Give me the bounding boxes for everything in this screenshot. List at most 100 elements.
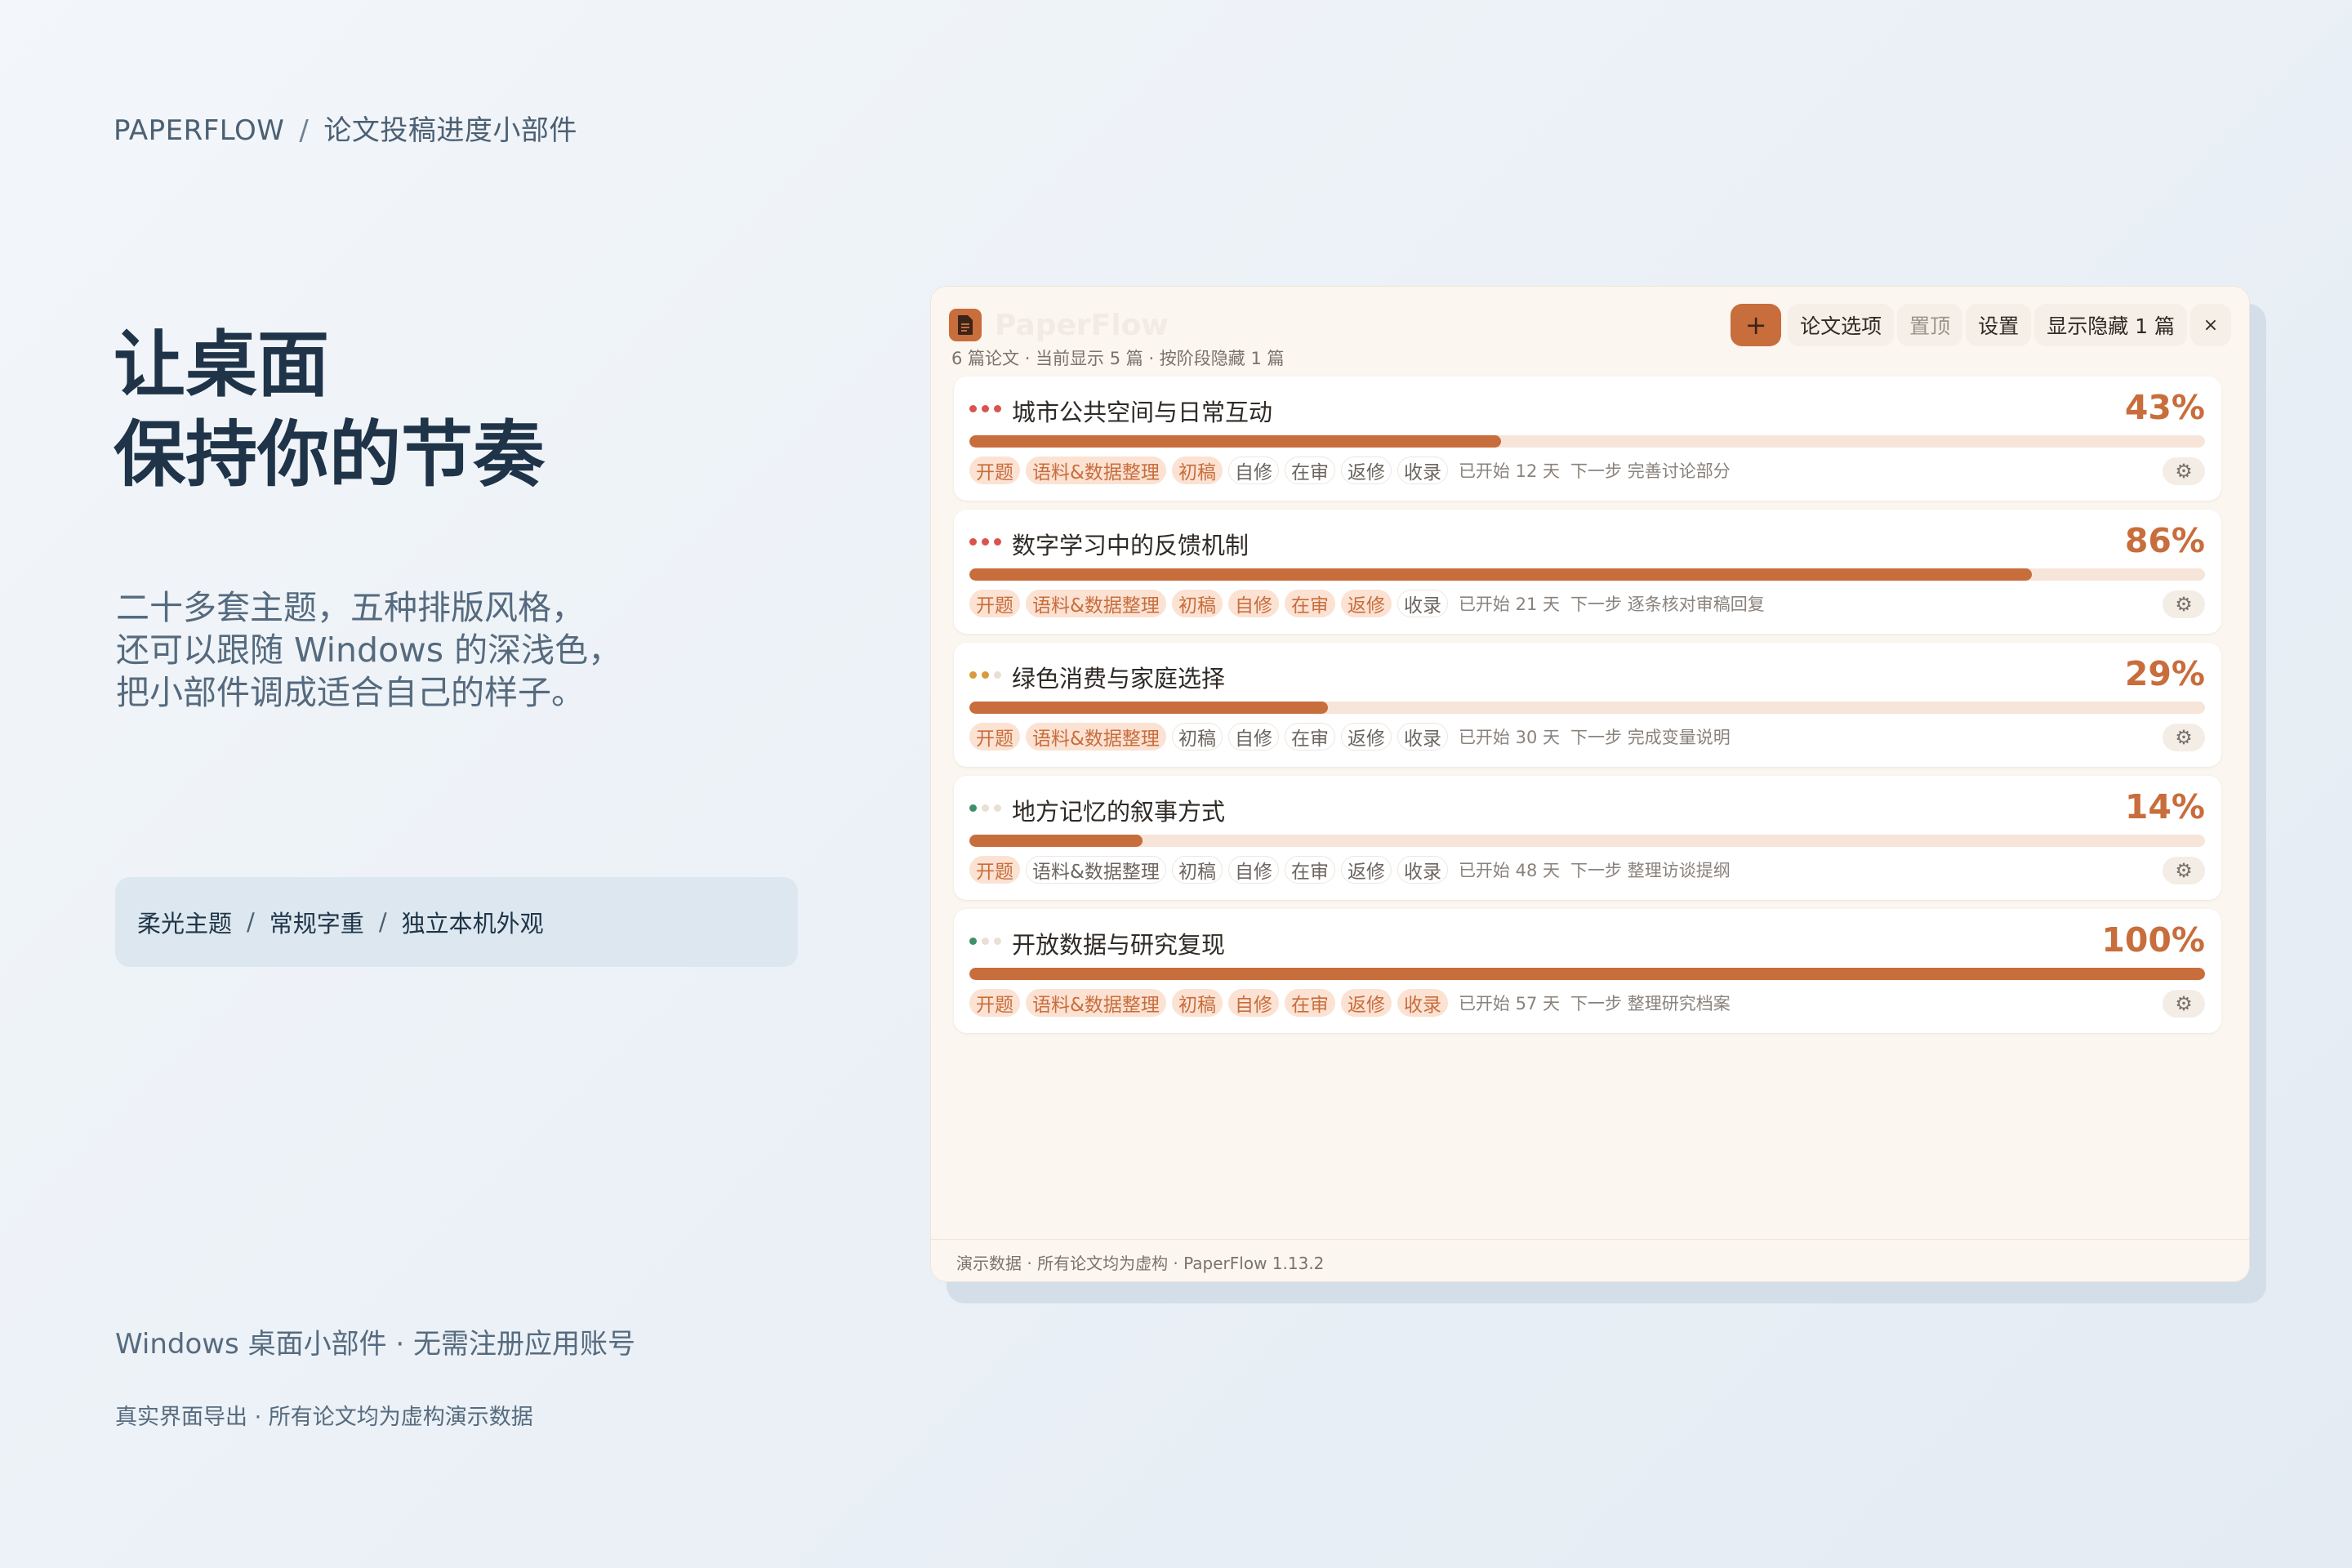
close-button[interactable]: × bbox=[2190, 304, 2231, 346]
paper-title[interactable]: 城市公共空间与日常互动 bbox=[1012, 394, 1272, 428]
progress-track bbox=[969, 435, 2205, 448]
paper-meta: 开题 语料&数据整理 初稿 自修 在审 返修 收录 已开始 57 天下一步 整理研究档案 bbox=[969, 988, 2164, 1018]
stage-chip[interactable]: 在审 bbox=[1284, 723, 1335, 751]
show-hidden-button[interactable]: 显示隐藏 1 篇 bbox=[2034, 304, 2187, 346]
stage-chip[interactable]: 收录 bbox=[1396, 856, 1448, 884]
stage-chip[interactable]: 语料&数据整理 bbox=[1026, 590, 1166, 617]
stage-chip[interactable]: 语料&数据整理 bbox=[1026, 723, 1166, 751]
priority-dot bbox=[969, 938, 977, 945]
stage-chip[interactable]: 语料&数据整理 bbox=[1026, 989, 1166, 1017]
next-step: 下一步 逐条核对审稿回复 bbox=[1570, 595, 1765, 614]
gear-icon[interactable]: ⚙ bbox=[2163, 590, 2205, 618]
settings-button[interactable]: 设置 bbox=[1966, 304, 2032, 346]
stage-chip[interactable]: 在审 bbox=[1284, 989, 1335, 1017]
stage-chip[interactable]: 返修 bbox=[1340, 989, 1392, 1017]
priority-dot bbox=[994, 538, 1001, 546]
description-line-2: 还可以跟随 Windows 的深浅色， bbox=[116, 630, 622, 670]
stage-chip[interactable]: 收录 bbox=[1396, 723, 1448, 751]
gear-icon[interactable]: ⚙ bbox=[2163, 857, 2205, 884]
progress-percent: 29% bbox=[2124, 654, 2205, 693]
stage-chip[interactable]: 在审 bbox=[1284, 590, 1335, 617]
stage-chip[interactable]: 自修 bbox=[1227, 989, 1279, 1017]
stage-chip[interactable]: 返修 bbox=[1340, 590, 1392, 617]
bottom-note: 真实界面导出 · 所有论文均为虚构演示数据 bbox=[115, 1405, 533, 1430]
started-days: 已开始 48 天 bbox=[1458, 861, 1561, 880]
progress-fill bbox=[969, 968, 2205, 980]
footer-divider bbox=[931, 1239, 2249, 1240]
stage-chip[interactable]: 开题 bbox=[969, 590, 1020, 617]
stage-chip[interactable]: 语料&数据整理 bbox=[1026, 856, 1166, 884]
stage-chip[interactable]: 开题 bbox=[969, 856, 1020, 884]
paper-card[interactable]: 开放数据与研究复现 100% 开题 语料&数据整理 初稿 自修 在审 返修 收录 已开始 57 天… bbox=[954, 909, 2221, 1033]
paper-meta: 开题 语料&数据整理 初稿 自修 在审 返修 收录 已开始 48 天下一步 整理访谈提纲 bbox=[969, 855, 2164, 884]
priority-dot bbox=[982, 804, 989, 812]
priority-dots bbox=[969, 804, 1001, 812]
paper-meta: 开题 语料&数据整理 初稿 自修 在审 返修 收录 已开始 21 天下一步 逐条核对审稿回复 bbox=[969, 589, 2164, 618]
stage-chip[interactable]: 收录 bbox=[1396, 457, 1448, 484]
stage-chip[interactable]: 自修 bbox=[1227, 723, 1279, 751]
paper-title[interactable]: 数字学习中的反馈机制 bbox=[1012, 527, 1249, 561]
paper-list: 城市公共空间与日常互动 43% 开题 语料&数据整理 初稿 自修 在审 返修 收录 已开始 12 … bbox=[954, 376, 2221, 1042]
progress-percent: 86% bbox=[2124, 521, 2205, 560]
feature-weight: 常规字重 bbox=[269, 910, 364, 938]
paper-title[interactable]: 开放数据与研究复现 bbox=[1012, 926, 1225, 960]
stage-chip[interactable]: 收录 bbox=[1396, 590, 1448, 617]
stage-chip[interactable]: 自修 bbox=[1227, 590, 1279, 617]
document-icon bbox=[949, 309, 982, 341]
priority-dots bbox=[969, 405, 1001, 412]
gear-icon[interactable]: ⚙ bbox=[2163, 990, 2205, 1018]
stage-chip[interactable]: 返修 bbox=[1340, 723, 1392, 751]
paper-card[interactable]: 绿色消费与家庭选择 29% 开题 语料&数据整理 初稿 自修 在审 返修 收录 已开始 30 天下… bbox=[954, 643, 2221, 767]
priority-dots bbox=[969, 538, 1001, 546]
progress-percent: 14% bbox=[2124, 787, 2205, 826]
feature-separator: / bbox=[378, 908, 387, 936]
stage-chip[interactable]: 初稿 bbox=[1171, 856, 1223, 884]
add-paper-button[interactable]: + bbox=[1731, 304, 1782, 346]
stage-chip[interactable]: 自修 bbox=[1227, 856, 1279, 884]
description-line-3: 把小部件调成适合自己的样子。 bbox=[116, 673, 585, 712]
paper-title[interactable]: 地方记忆的叙事方式 bbox=[1012, 793, 1225, 827]
gear-icon[interactable]: ⚙ bbox=[2163, 724, 2205, 751]
priority-dot bbox=[969, 538, 977, 546]
progress-fill bbox=[969, 568, 2033, 581]
progress-percent: 100% bbox=[2101, 920, 2205, 960]
stage-chip[interactable]: 开题 bbox=[969, 723, 1020, 751]
stage-chip[interactable]: 在审 bbox=[1284, 457, 1335, 484]
started-days: 已开始 21 天 bbox=[1458, 595, 1561, 614]
stage-chip[interactable]: 返修 bbox=[1340, 856, 1392, 884]
stage-chip[interactable]: 初稿 bbox=[1171, 457, 1223, 484]
priority-dot bbox=[982, 405, 989, 412]
stage-chip[interactable]: 初稿 bbox=[1171, 989, 1223, 1017]
progress-fill bbox=[969, 435, 1501, 448]
stage-chip[interactable]: 开题 bbox=[969, 989, 1020, 1017]
paper-options-button[interactable]: 论文选项 bbox=[1788, 304, 1895, 346]
stage-chip[interactable]: 返修 bbox=[1340, 457, 1392, 484]
next-step: 下一步 完成变量说明 bbox=[1570, 728, 1731, 747]
paper-meta: 开题 语料&数据整理 初稿 自修 在审 返修 收录 已开始 30 天下一步 完成变量说明 bbox=[969, 722, 2164, 751]
progress-fill bbox=[969, 835, 1143, 847]
paper-card[interactable]: 数字学习中的反馈机制 86% 开题 语料&数据整理 初稿 自修 在审 返修 收录 已开始 21 天… bbox=[954, 510, 2221, 634]
paper-card[interactable]: 城市公共空间与日常互动 43% 开题 语料&数据整理 初稿 自修 在审 返修 收录 已开始 12 … bbox=[954, 376, 2221, 501]
paper-card[interactable]: 地方记忆的叙事方式 14% 开题 语料&数据整理 初稿 自修 在审 返修 收录 已开始 48 天下… bbox=[954, 776, 2221, 900]
paper-title[interactable]: 绿色消费与家庭选择 bbox=[1012, 660, 1225, 694]
priority-dot bbox=[969, 804, 977, 812]
stage-chip[interactable]: 初稿 bbox=[1171, 590, 1223, 617]
headline-line-1: 让桌面 bbox=[114, 323, 330, 407]
stage-chip[interactable]: 收录 bbox=[1396, 989, 1448, 1017]
gear-icon[interactable]: ⚙ bbox=[2163, 457, 2205, 485]
priority-dot bbox=[982, 538, 989, 546]
bottom-tagline: Windows 桌面小部件 · 无需注册应用账号 bbox=[115, 1328, 636, 1361]
stage-chip[interactable]: 开题 bbox=[969, 457, 1020, 484]
description: 二十多套主题，五种排版风格， 还可以跟随 Windows 的深浅色， 把小部件调… bbox=[116, 586, 621, 714]
pin-button[interactable]: 置顶 bbox=[1897, 304, 1963, 346]
paper-meta: 开题 语料&数据整理 初稿 自修 在审 返修 收录 已开始 12 天下一步 完善讨论部分 bbox=[969, 456, 2164, 485]
stage-chip[interactable]: 初稿 bbox=[1171, 723, 1223, 751]
stage-chip[interactable]: 语料&数据整理 bbox=[1026, 457, 1166, 484]
next-step: 下一步 整理研究档案 bbox=[1570, 994, 1731, 1013]
priority-dots bbox=[969, 671, 1001, 679]
next-step: 下一步 整理访谈提纲 bbox=[1570, 861, 1731, 880]
priority-dot bbox=[969, 671, 977, 679]
widget-titlebar[interactable]: PaperFlow + 论文选项 置顶 设置 显示隐藏 1 篇 × bbox=[949, 301, 2231, 349]
stage-chip[interactable]: 在审 bbox=[1284, 856, 1335, 884]
stage-chip[interactable]: 自修 bbox=[1227, 457, 1279, 484]
